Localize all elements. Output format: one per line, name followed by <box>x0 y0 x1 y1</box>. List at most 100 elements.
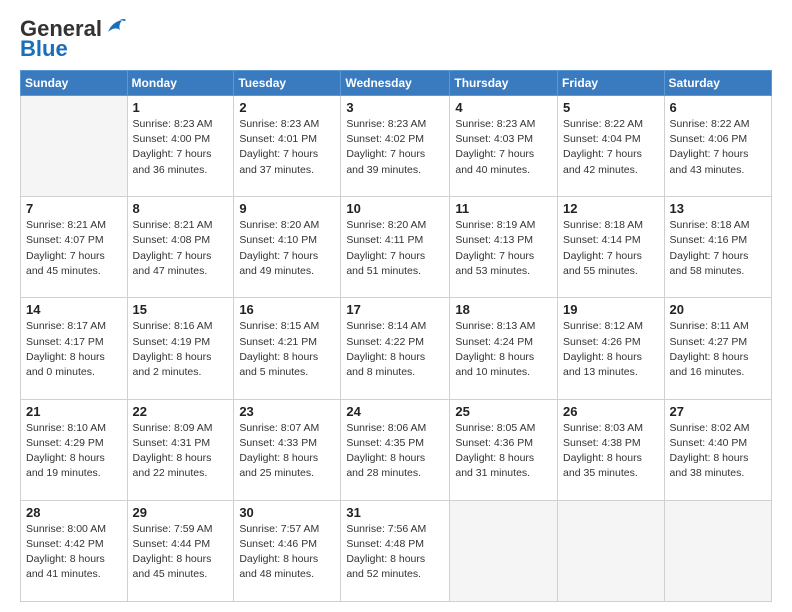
day-number: 14 <box>26 302 122 317</box>
page: General Blue SundayMondayTuesdayWednesda… <box>0 0 792 612</box>
calendar-week-row: 21 Sunrise: 8:10 AMSunset: 4:29 PMDayligh… <box>21 399 772 500</box>
cell-info: Sunrise: 8:02 AMSunset: 4:40 PMDaylight:… <box>670 421 766 482</box>
cell-info: Sunrise: 8:11 AMSunset: 4:27 PMDaylight:… <box>670 319 766 380</box>
day-number: 4 <box>455 100 552 115</box>
col-header-sunday: Sunday <box>21 71 128 96</box>
day-number: 11 <box>455 201 552 216</box>
calendar-cell: 15 Sunrise: 8:16 AMSunset: 4:19 PMDayligh… <box>127 298 234 399</box>
day-number: 16 <box>239 302 335 317</box>
calendar-cell: 24 Sunrise: 8:06 AMSunset: 4:35 PMDayligh… <box>341 399 450 500</box>
calendar-cell: 9 Sunrise: 8:20 AMSunset: 4:10 PMDaylight… <box>234 197 341 298</box>
day-number: 2 <box>239 100 335 115</box>
calendar-cell: 4 Sunrise: 8:23 AMSunset: 4:03 PMDaylight… <box>450 96 558 197</box>
col-header-thursday: Thursday <box>450 71 558 96</box>
cell-info: Sunrise: 7:57 AMSunset: 4:46 PMDaylight:… <box>239 522 335 583</box>
day-number: 3 <box>346 100 444 115</box>
logo-blue-text: Blue <box>20 36 68 62</box>
calendar-cell: 25 Sunrise: 8:05 AMSunset: 4:36 PMDayligh… <box>450 399 558 500</box>
logo-bird-icon <box>104 18 126 36</box>
col-header-monday: Monday <box>127 71 234 96</box>
cell-info: Sunrise: 8:05 AMSunset: 4:36 PMDaylight:… <box>455 421 552 482</box>
calendar-cell: 14Sunrise: 8:17 AMSunset: 4:17 PMDayligh… <box>21 298 128 399</box>
day-number: 1 <box>133 100 229 115</box>
calendar-cell: 8 Sunrise: 8:21 AMSunset: 4:08 PMDaylight… <box>127 197 234 298</box>
header: General Blue <box>20 16 772 62</box>
cell-info: Sunrise: 8:20 AMSunset: 4:11 PMDaylight:… <box>346 218 444 279</box>
cell-info: Sunrise: 8:22 AMSunset: 4:04 PMDaylight:… <box>563 117 659 178</box>
day-number: 29 <box>133 505 229 520</box>
cell-info: Sunrise: 8:13 AMSunset: 4:24 PMDaylight:… <box>455 319 552 380</box>
col-header-wednesday: Wednesday <box>341 71 450 96</box>
cell-info: Sunrise: 8:16 AMSunset: 4:19 PMDaylight:… <box>133 319 229 380</box>
cell-info: Sunrise: 8:06 AMSunset: 4:35 PMDaylight:… <box>346 421 444 482</box>
calendar-cell: 28Sunrise: 8:00 AMSunset: 4:42 PMDayligh… <box>21 500 128 601</box>
day-number: 7 <box>26 201 122 216</box>
cell-info: Sunrise: 8:18 AMSunset: 4:16 PMDaylight:… <box>670 218 766 279</box>
calendar-cell: 13 Sunrise: 8:18 AMSunset: 4:16 PMDayligh… <box>664 197 771 298</box>
calendar-week-row: 1 Sunrise: 8:23 AMSunset: 4:00 PMDaylight… <box>21 96 772 197</box>
cell-info: Sunrise: 8:23 AMSunset: 4:03 PMDaylight:… <box>455 117 552 178</box>
calendar-cell: 23 Sunrise: 8:07 AMSunset: 4:33 PMDayligh… <box>234 399 341 500</box>
cell-info: Sunrise: 8:23 AMSunset: 4:00 PMDaylight:… <box>133 117 229 178</box>
calendar-cell <box>664 500 771 601</box>
col-header-saturday: Saturday <box>664 71 771 96</box>
cell-info: Sunrise: 8:20 AMSunset: 4:10 PMDaylight:… <box>239 218 335 279</box>
cell-info: Sunrise: 8:12 AMSunset: 4:26 PMDaylight:… <box>563 319 659 380</box>
cell-info: Sunrise: 8:00 AMSunset: 4:42 PMDaylight:… <box>26 522 122 583</box>
calendar-week-row: 28Sunrise: 8:00 AMSunset: 4:42 PMDayligh… <box>21 500 772 601</box>
day-number: 31 <box>346 505 444 520</box>
calendar-cell: 18 Sunrise: 8:13 AMSunset: 4:24 PMDayligh… <box>450 298 558 399</box>
day-number: 27 <box>670 404 766 419</box>
calendar-cell: 19 Sunrise: 8:12 AMSunset: 4:26 PMDayligh… <box>558 298 665 399</box>
cell-info: Sunrise: 8:10 AMSunset: 4:29 PMDaylight:… <box>26 421 122 482</box>
cell-info: Sunrise: 8:03 AMSunset: 4:38 PMDaylight:… <box>563 421 659 482</box>
cell-info: Sunrise: 8:18 AMSunset: 4:14 PMDaylight:… <box>563 218 659 279</box>
day-number: 24 <box>346 404 444 419</box>
day-number: 12 <box>563 201 659 216</box>
day-number: 19 <box>563 302 659 317</box>
day-number: 17 <box>346 302 444 317</box>
calendar-cell: 12 Sunrise: 8:18 AMSunset: 4:14 PMDayligh… <box>558 197 665 298</box>
calendar-cell: 10Sunrise: 8:20 AMSunset: 4:11 PMDayligh… <box>341 197 450 298</box>
cell-info: Sunrise: 8:19 AMSunset: 4:13 PMDaylight:… <box>455 218 552 279</box>
col-header-tuesday: Tuesday <box>234 71 341 96</box>
day-number: 22 <box>133 404 229 419</box>
calendar-cell: 17 Sunrise: 8:14 AMSunset: 4:22 PMDayligh… <box>341 298 450 399</box>
day-number: 18 <box>455 302 552 317</box>
cell-info: Sunrise: 8:07 AMSunset: 4:33 PMDaylight:… <box>239 421 335 482</box>
day-number: 30 <box>239 505 335 520</box>
calendar-cell: 31Sunrise: 7:56 AMSunset: 4:48 PMDayligh… <box>341 500 450 601</box>
cell-info: Sunrise: 8:15 AMSunset: 4:21 PMDaylight:… <box>239 319 335 380</box>
calendar-cell <box>558 500 665 601</box>
calendar-cell <box>450 500 558 601</box>
calendar-cell: 7 Sunrise: 8:21 AMSunset: 4:07 PMDaylight… <box>21 197 128 298</box>
calendar-cell: 3Sunrise: 8:23 AMSunset: 4:02 PMDaylight… <box>341 96 450 197</box>
calendar-cell: 20Sunrise: 8:11 AMSunset: 4:27 PMDayligh… <box>664 298 771 399</box>
cell-info: Sunrise: 7:59 AMSunset: 4:44 PMDaylight:… <box>133 522 229 583</box>
calendar-table: SundayMondayTuesdayWednesdayThursdayFrid… <box>20 70 772 602</box>
calendar-cell: 2Sunrise: 8:23 AMSunset: 4:01 PMDaylight… <box>234 96 341 197</box>
day-number: 9 <box>239 201 335 216</box>
day-number: 26 <box>563 404 659 419</box>
calendar-cell: 1 Sunrise: 8:23 AMSunset: 4:00 PMDaylight… <box>127 96 234 197</box>
day-number: 23 <box>239 404 335 419</box>
day-number: 15 <box>133 302 229 317</box>
day-number: 6 <box>670 100 766 115</box>
calendar-cell: 29 Sunrise: 7:59 AMSunset: 4:44 PMDayligh… <box>127 500 234 601</box>
day-number: 5 <box>563 100 659 115</box>
calendar-cell: 27 Sunrise: 8:02 AMSunset: 4:40 PMDayligh… <box>664 399 771 500</box>
day-number: 13 <box>670 201 766 216</box>
calendar-cell <box>21 96 128 197</box>
calendar-cell: 21 Sunrise: 8:10 AMSunset: 4:29 PMDayligh… <box>21 399 128 500</box>
col-header-friday: Friday <box>558 71 665 96</box>
cell-info: Sunrise: 8:14 AMSunset: 4:22 PMDaylight:… <box>346 319 444 380</box>
calendar-cell: 16 Sunrise: 8:15 AMSunset: 4:21 PMDayligh… <box>234 298 341 399</box>
day-number: 25 <box>455 404 552 419</box>
cell-info: Sunrise: 8:21 AMSunset: 4:07 PMDaylight:… <box>26 218 122 279</box>
day-number: 21 <box>26 404 122 419</box>
cell-info: Sunrise: 8:21 AMSunset: 4:08 PMDaylight:… <box>133 218 229 279</box>
calendar-week-row: 7 Sunrise: 8:21 AMSunset: 4:07 PMDaylight… <box>21 197 772 298</box>
day-number: 8 <box>133 201 229 216</box>
cell-info: Sunrise: 8:09 AMSunset: 4:31 PMDaylight:… <box>133 421 229 482</box>
logo: General Blue <box>20 16 126 62</box>
